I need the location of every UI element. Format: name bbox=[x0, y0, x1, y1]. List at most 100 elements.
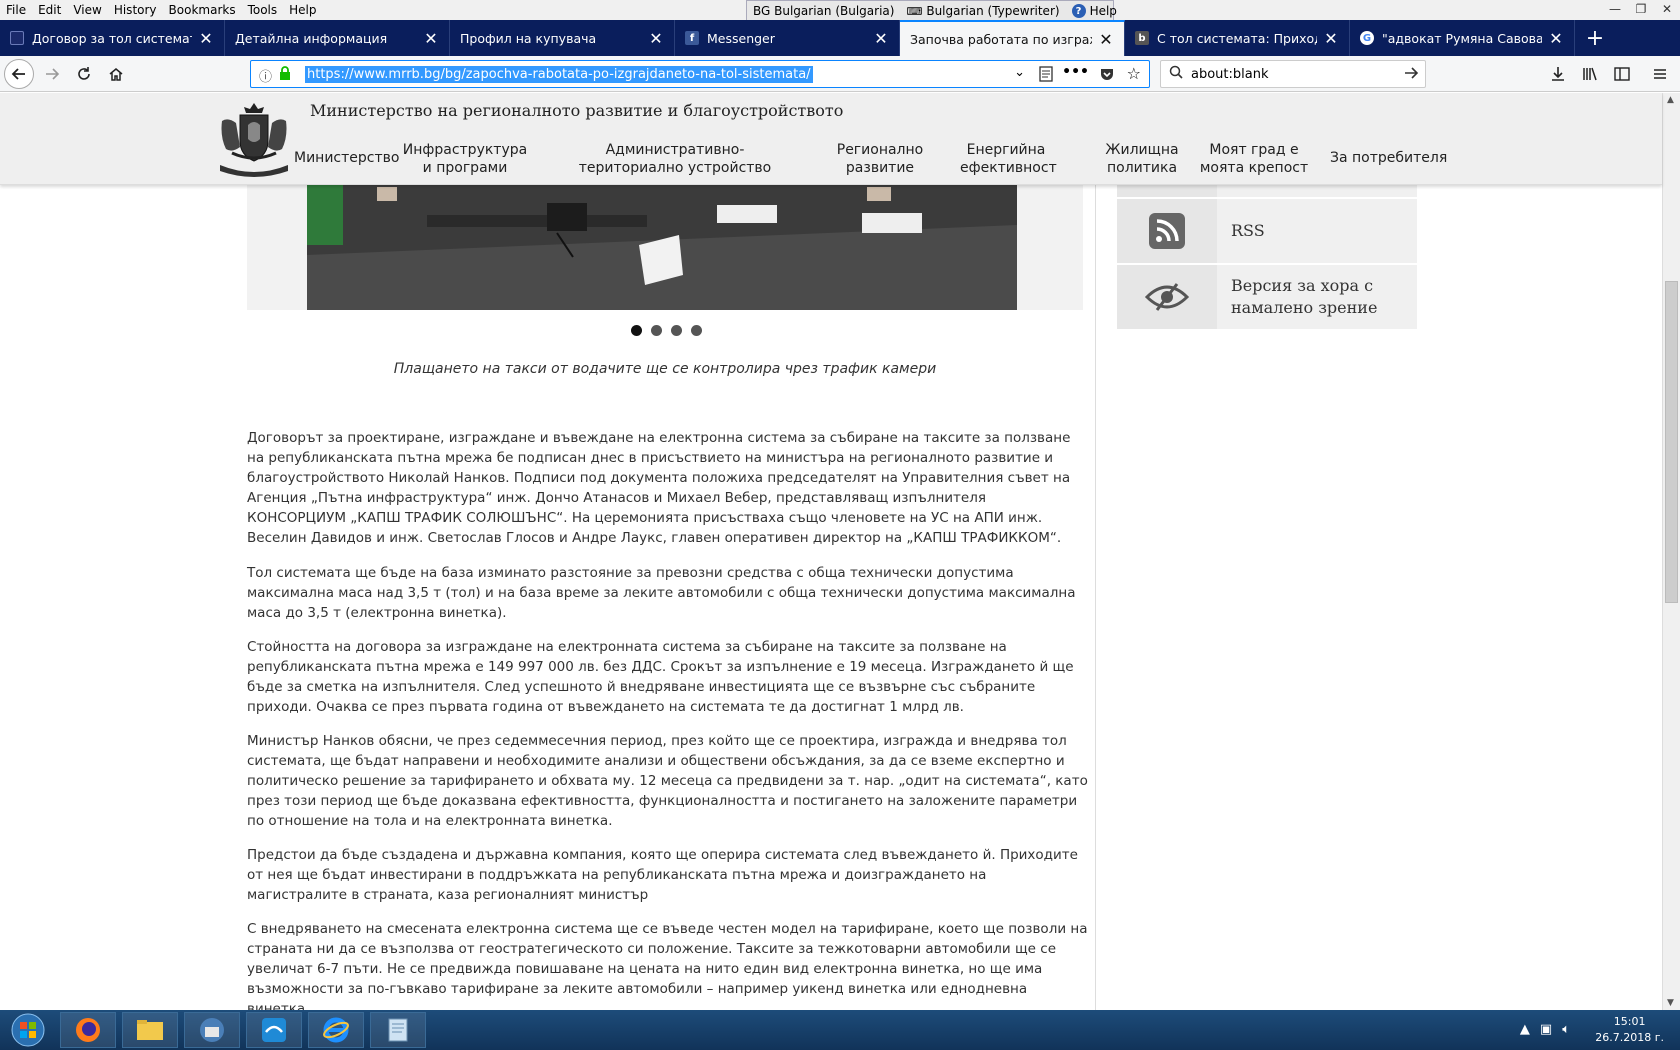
menu-tools[interactable]: Tools bbox=[242, 0, 284, 20]
minimize-button[interactable]: — bbox=[1602, 0, 1628, 18]
tab-1[interactable]: Договор за тол системата без ✕ bbox=[0, 20, 225, 56]
tab-title: С тол системата: Приходите от bbox=[1157, 30, 1317, 46]
search-go-icon[interactable] bbox=[1403, 65, 1419, 85]
back-button[interactable] bbox=[4, 59, 34, 89]
site-nav-ministry[interactable]: Министерство bbox=[294, 149, 399, 167]
home-icon bbox=[109, 68, 123, 81]
site-nav-administrative[interactable]: Административно-териториално устройство bbox=[560, 141, 790, 177]
site-nav-housing[interactable]: Жилищна политика bbox=[1098, 141, 1186, 177]
site-nav-my-city[interactable]: Моят град е моята крепост bbox=[1198, 141, 1310, 177]
taskbar-thunderbird[interactable] bbox=[184, 1012, 240, 1048]
navigation-bar: ⓘ https://www.mrrb.bg/bg/zapochva-rabota… bbox=[0, 56, 1680, 92]
coat-of-arms-logo[interactable] bbox=[212, 99, 296, 181]
tab-title: Започва работата по изграждането bbox=[910, 31, 1092, 47]
slide-dot-4[interactable] bbox=[691, 325, 702, 336]
input-language[interactable]: BG Bulgarian (Bulgaria) bbox=[747, 4, 900, 18]
menu-file[interactable]: File bbox=[0, 0, 32, 20]
taskbar-firefox[interactable] bbox=[60, 1012, 116, 1048]
taskbar-internet-explorer[interactable] bbox=[308, 1012, 364, 1048]
close-tab-icon[interactable]: ✕ bbox=[648, 29, 664, 48]
site-nav-infrastructure[interactable]: Инфраструктура и програми bbox=[400, 141, 530, 177]
close-tab-icon[interactable]: ✕ bbox=[873, 29, 889, 48]
bookmark-star-icon[interactable]: ☆ bbox=[1127, 64, 1141, 83]
tab-6[interactable]: b С тол системата: Приходите от ✕ bbox=[1125, 20, 1350, 56]
site-nav-regional[interactable]: Регионално развитие bbox=[830, 141, 930, 177]
close-tab-icon[interactable]: ✕ bbox=[1323, 29, 1339, 48]
tab-5-active[interactable]: Започва работата по изграждането ✕ bbox=[900, 20, 1125, 56]
app-icon bbox=[262, 1018, 286, 1042]
tab-3[interactable]: Профил на купувача ✕ bbox=[450, 20, 675, 56]
tab-title: "адвокат Румяна Савова Дим bbox=[1382, 30, 1542, 46]
language-bar: BG Bulgarian (Bulgaria) ⌨ Bulgarian (Typ… bbox=[746, 0, 1117, 22]
reader-view-icon[interactable] bbox=[1039, 66, 1053, 85]
new-tab-button[interactable]: + bbox=[1575, 20, 1615, 56]
clock-date: 26.7.2018 г. bbox=[1595, 1031, 1664, 1044]
slide-dot-2[interactable] bbox=[651, 325, 662, 336]
menu-view[interactable]: View bbox=[67, 0, 107, 20]
close-tab-icon[interactable]: ✕ bbox=[1548, 29, 1564, 48]
pocket-icon[interactable] bbox=[1099, 66, 1115, 85]
site-nav-energy[interactable]: Енергийна ефективност bbox=[960, 141, 1057, 177]
forward-button[interactable] bbox=[38, 60, 66, 88]
menu-bookmarks[interactable]: Bookmarks bbox=[163, 0, 242, 20]
tab-4[interactable]: f Messenger ✕ bbox=[675, 20, 900, 56]
language-help[interactable]: ? Help bbox=[1066, 4, 1123, 18]
site-title[interactable]: Министерство на регионалното развитие и … bbox=[310, 101, 843, 120]
close-tab-icon[interactable]: ✕ bbox=[423, 29, 439, 48]
downloads-icon[interactable] bbox=[1544, 60, 1572, 88]
tray-expand-icon[interactable]: ▲ bbox=[1520, 1022, 1530, 1037]
sidebar-item-low-vision[interactable]: Версия за хора с намалено зрение bbox=[1117, 265, 1417, 331]
sidebar-item-rss[interactable]: RSS bbox=[1117, 199, 1417, 265]
google-icon: G bbox=[1360, 31, 1374, 45]
reload-button[interactable] bbox=[70, 60, 98, 88]
scroll-thumb[interactable] bbox=[1665, 281, 1678, 603]
sidebar-icon[interactable] bbox=[1608, 60, 1636, 88]
taskbar-clock[interactable]: 15:01 26.7.2018 г. bbox=[1595, 1014, 1664, 1046]
page-scrollbar[interactable]: ▲ ▼ bbox=[1662, 93, 1680, 1010]
close-tab-icon[interactable]: ✕ bbox=[1098, 30, 1114, 49]
tab-2[interactable]: Детайлна информация ✕ bbox=[225, 20, 450, 56]
tab-title: Messenger bbox=[707, 30, 775, 46]
page-actions-icon[interactable]: ••• bbox=[1062, 64, 1089, 80]
url-bar[interactable]: ⓘ https://www.mrrb.bg/bg/zapochva-rabota… bbox=[250, 60, 1150, 88]
restore-button[interactable]: ❐ bbox=[1628, 0, 1654, 18]
scroll-up-icon[interactable]: ▲ bbox=[1667, 95, 1674, 105]
library-icon[interactable] bbox=[1576, 60, 1604, 88]
taskbar-notes[interactable] bbox=[370, 1012, 426, 1048]
article-photo[interactable] bbox=[307, 185, 1017, 310]
lock-icon[interactable] bbox=[279, 66, 291, 83]
keyboard-layout[interactable]: ⌨ Bulgarian (Typewriter) bbox=[900, 4, 1065, 18]
search-bar[interactable]: about:blank bbox=[1160, 60, 1426, 88]
page-icon bbox=[10, 31, 24, 45]
scroll-down-icon[interactable]: ▼ bbox=[1667, 998, 1674, 1008]
slide-dot-3[interactable] bbox=[671, 325, 682, 336]
sidebar-item-partial bbox=[1117, 185, 1417, 199]
taskbar-app-blue[interactable] bbox=[246, 1012, 302, 1048]
start-button[interactable] bbox=[4, 1012, 52, 1048]
close-window-button[interactable]: ✕ bbox=[1654, 0, 1680, 18]
menu-edit[interactable]: Edit bbox=[32, 0, 67, 20]
dropdown-icon[interactable]: ⌄ bbox=[1014, 65, 1025, 80]
hamburger-menu-icon[interactable] bbox=[1646, 60, 1674, 88]
back-arrow-icon bbox=[11, 68, 25, 80]
close-tab-icon[interactable]: ✕ bbox=[198, 29, 214, 48]
menu-history[interactable]: History bbox=[108, 0, 163, 20]
search-input[interactable]: about:blank bbox=[1191, 67, 1269, 82]
site-nav-for-user[interactable]: За потребителя bbox=[1330, 149, 1447, 167]
volume-icon[interactable]: 🔈︎ bbox=[1562, 1022, 1570, 1037]
info-icon[interactable]: ⓘ bbox=[259, 66, 272, 85]
network-icon[interactable]: ▣ bbox=[1540, 1022, 1552, 1037]
folder-icon bbox=[137, 1020, 163, 1040]
menu-help[interactable]: Help bbox=[283, 0, 322, 20]
slide-dot-1[interactable] bbox=[631, 325, 642, 336]
firefox-icon bbox=[76, 1018, 100, 1042]
help-icon: ? bbox=[1071, 4, 1086, 18]
language-help-label: Help bbox=[1089, 4, 1117, 18]
home-button[interactable] bbox=[102, 60, 130, 88]
notepad-icon bbox=[388, 1018, 408, 1042]
tab-title: Детайлна информация bbox=[235, 30, 388, 46]
tab-7[interactable]: G "адвокат Румяна Савова Дим ✕ bbox=[1350, 20, 1575, 56]
url-text: https://www.mrrb.bg/bg/zapochva-rabotata… bbox=[305, 65, 813, 83]
article-paragraph-5: Предстои да бъде създадена и държавна ко… bbox=[247, 847, 1078, 903]
taskbar-explorer[interactable] bbox=[122, 1012, 178, 1048]
